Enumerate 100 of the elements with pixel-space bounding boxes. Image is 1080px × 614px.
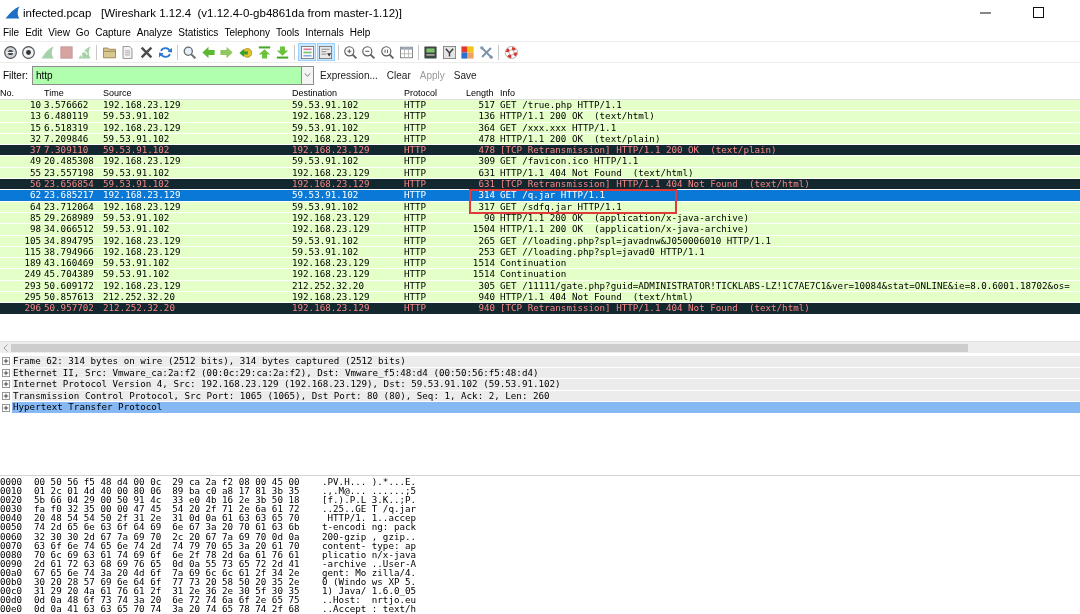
table-cell-text: 56 (28, 179, 41, 190)
toolbar-button[interactable] (1, 43, 20, 61)
table-cell-text: 192.168.23.129 (292, 292, 371, 303)
packet-row[interactable]: 32 7.209846 59.53.91.102 192.168.23.129 HTTP 478 HTTP/1.1 200 OK (text/plain) (0, 133, 1080, 145)
packet-row[interactable]: 56 23.656854 59.53.91.102 192.168.23.129 HTTP 631 [TCP Retransmission] HTTP/1.1 404 Not Found (text/html) (0, 179, 1080, 190)
table-cell-text: HTTP (404, 100, 428, 111)
menu-item[interactable]: Help (346, 26, 374, 40)
hex-bytes: 31 29 20 4a 61 76 61 2f 31 2e 36 2e 30 5f 30 35 (34, 586, 300, 596)
column-header[interactable]: No. (0, 87, 41, 99)
packet-row[interactable]: 105 34.894795 192.168.23.129 59.53.91.102 HTTP 265 GET //loading.php?spl=javadnw&J050006010 HTTP/1.1 (0, 235, 1080, 246)
ascii-text: [f.).P.L 3.K..;P. (322, 495, 417, 505)
packet-row[interactable]: 295 50.857613 212.252.32.20 192.168.23.129 HTTP 940 HTTP/1.1 404 Not Found (text/html) (0, 292, 1080, 303)
tree-item[interactable]: Internet Protocol Version 4, Src: 192.168.23.129 (192.168.23.129), Dst: 59.53.91.102 (59.53.91.102) (12, 379, 1080, 390)
tree-item[interactable]: Transmission Control Protocol, Src Port: 1065 (1065), Dst Port: 80 (80), Seq: 1, Ack: 2, Len: 260 (12, 390, 1080, 402)
offset-text: 0010 (0, 486, 23, 496)
column-header[interactable]: Destination (292, 87, 404, 99)
column-header[interactable]: Info (495, 87, 1080, 99)
table-cell-text: HTTP (404, 111, 428, 122)
table-cell-text: 59.53.91.102 (292, 201, 360, 212)
toolbar-button[interactable] (421, 43, 440, 61)
ascii-text: ..Accept : text/h (322, 604, 417, 614)
maximize-icon[interactable] (1033, 7, 1044, 18)
packet-row[interactable]: 189 43.160469 59.53.91.102 192.168.23.129 HTTP 1514 Continuation (0, 258, 1080, 269)
packet-row[interactable]: 98 34.066512 59.53.91.102 192.168.23.129 HTTP 1504 HTTP/1.1 200 OK (application/x-java-archive) (0, 224, 1080, 235)
column-header[interactable]: Source (103, 87, 292, 99)
tree-item[interactable]: Hypertext Transfer Protocol (12, 402, 1080, 413)
plus-box-icon[interactable] (2, 392, 10, 401)
packet-row[interactable]: 15 6.518319 192.168.23.129 59.53.91.102 HTTP 364 GET /xxx.xxx HTTP/1.1 (0, 122, 1080, 133)
packet-row[interactable]: 296 50.957702 212.252.32.20 192.168.23.129 HTTP 940 [TCP Retransmission] HTTP/1.1 404 Not Found (text/html) (0, 303, 1080, 314)
table-cell-text: HTTP/1.1 200 OK (application/x-java-archive) (499, 212, 750, 224)
table-cell-text: GET /true.php HTTP/1.1 (499, 100, 623, 111)
packet-row[interactable]: 13 6.480119 59.53.91.102 192.168.23.129 HTTP 136 HTTP/1.1 200 OK (text/html) (0, 111, 1080, 122)
plus-box-icon[interactable] (2, 403, 10, 412)
table-cell-text: HTTP/1.1 200 OK (text/plain) (499, 133, 662, 145)
packet-row[interactable]: 37 7.309110 59.53.91.102 192.168.23.129 HTTP 478 [TCP Retransmission] HTTP/1.1 200 OK (text/plain) (0, 145, 1080, 156)
packet-row[interactable]: 10 3.576662 192.168.23.129 59.53.91.102 HTTP 517 GET /true.php HTTP/1.1 (0, 100, 1080, 111)
menu-item[interactable]: Edit (22, 26, 46, 40)
table-cell-text: 631 (477, 167, 495, 179)
column-header[interactable]: Length (466, 87, 495, 99)
hex-bytes: 30 20 28 57 69 6e 64 6f 77 73 20 58 50 20 35 2e (34, 577, 300, 587)
packet-row[interactable]: 293 50.609172 192.168.23.129 212.252.32.20 HTTP 305 GET /11111/gate.php?guid=ADMINISTRATOR!TICKLABS-LZ!1C7AE7C1&ver=10084&stat=ONLINE&ie=8.0.6001.18702&os= (0, 280, 1080, 292)
packet-row[interactable]: 55 23.557198 59.53.91.102 192.168.23.129 HTTP 631 HTTP/1.1 404 Not Found (text/html) (0, 167, 1080, 179)
table-cell-text: HTTP (404, 258, 428, 269)
tree-item[interactable]: Ethernet II, Src: Vmware_ca:2a:f2 (00:0c:29:ca:2a:f2), Dst: Vmware_f5:48:d4 (00:50:56:f5:48:d4) (12, 367, 1080, 379)
dropdown-button[interactable] (301, 65, 314, 85)
left-arrow-icon (201, 45, 215, 59)
toolbar-button[interactable] (440, 43, 459, 61)
ascii-text: t-encodi ng: pack (322, 522, 417, 532)
colored-lines-icon (300, 45, 314, 59)
toolbar-button[interactable] (341, 43, 360, 61)
column-header[interactable]: Time (41, 87, 103, 99)
menu-item[interactable]: Telephony (221, 26, 273, 40)
plus-box-icon[interactable] (2, 357, 10, 366)
minimize-icon[interactable] (980, 11, 991, 14)
toolbar-button[interactable] (360, 43, 378, 61)
table-cell-text: 59.53.91.102 (103, 224, 171, 235)
table-cell-text: 59.53.91.102 (103, 212, 171, 224)
plus-box-icon[interactable] (2, 380, 10, 389)
packet-row[interactable]: 62 23.685217 192.168.23.129 59.53.91.102 HTTP 314 GET /q.jar HTTP/1.1 (0, 190, 1080, 201)
horizontal-scrollbar[interactable] (0, 341, 1080, 353)
plus-box-icon[interactable] (2, 368, 10, 377)
table-cell-text: HTTP/1.1 404 Not Found (text/html) (499, 292, 695, 303)
arrow-down-bar-icon (276, 45, 290, 59)
table-cell-text: 59.53.91.102 (292, 156, 360, 167)
table-cell-text: 29.268989 (43, 212, 95, 224)
table-cell-text: 20.485308 (43, 156, 95, 167)
packet-row[interactable]: 64 23.712064 192.168.23.129 59.53.91.102 HTTP 317 GET /sdfq.jar HTTP/1.1 (0, 201, 1080, 212)
packet-row[interactable]: 49 20.485308 192.168.23.129 59.53.91.102 HTTP 309 GET /favicon.ico HTTP/1.1 (0, 156, 1080, 167)
offset-text: 0030 (0, 504, 23, 514)
menu-item[interactable]: Analyze (133, 26, 176, 40)
menu-item[interactable]: View (45, 26, 73, 40)
table-cell-text: 192.168.23.129 (292, 224, 371, 235)
menu-item[interactable]: Tools (272, 26, 303, 40)
menu-item[interactable]: Internals (302, 26, 347, 40)
table-cell-text: GET /favicon.ico HTTP/1.1 (499, 156, 640, 167)
packet-row[interactable]: 85 29.268989 59.53.91.102 192.168.23.129 HTTP 90 HTTP/1.1 200 OK (application/x-java-archive) (0, 212, 1080, 224)
menu-item[interactable]: Go (72, 26, 93, 40)
filter-action-button[interactable]: Expression... (317, 69, 381, 81)
table-cell-text: 15 (28, 122, 41, 133)
filter-action-button[interactable]: Save (450, 69, 480, 81)
offset-text: 0090 (0, 558, 23, 568)
packet-row[interactable]: 115 38.794966 192.168.23.129 59.53.91.102 HTTP 253 GET //loading.php?spl=javad0 HTTP/1.1 (0, 246, 1080, 258)
search-icon (183, 45, 197, 59)
offset-text: 00b0 (0, 577, 23, 587)
column-header[interactable]: Protocol (404, 87, 466, 99)
filter-field[interactable]: http (32, 65, 301, 85)
toolbar-button[interactable] (19, 43, 38, 61)
table-cell-text: 10 (28, 100, 41, 111)
menu-item[interactable]: Capture (92, 26, 134, 40)
offset-text: 0020 (0, 495, 23, 505)
hex-bytes: 63 6f 6e 74 65 6e 74 2d 74 79 70 65 3a 20 61 70 (34, 540, 300, 550)
tree-item[interactable]: Frame 62: 314 bytes on wire (2512 bits), 314 bytes captured (2512 bits) (12, 356, 1080, 367)
board-icon (424, 45, 438, 59)
packet-row[interactable]: 249 45.704389 59.53.91.102 192.168.23.129 HTTP 1514 Continuation (0, 269, 1080, 280)
filter-action-button[interactable]: Clear (383, 69, 414, 81)
menu-item[interactable]: Statistics (175, 26, 222, 40)
table-cell-text: 43.160469 (43, 258, 95, 269)
menu-item[interactable]: File (0, 26, 23, 40)
scrollbar-thumb[interactable] (11, 343, 968, 352)
toolbar-button[interactable] (378, 43, 397, 61)
